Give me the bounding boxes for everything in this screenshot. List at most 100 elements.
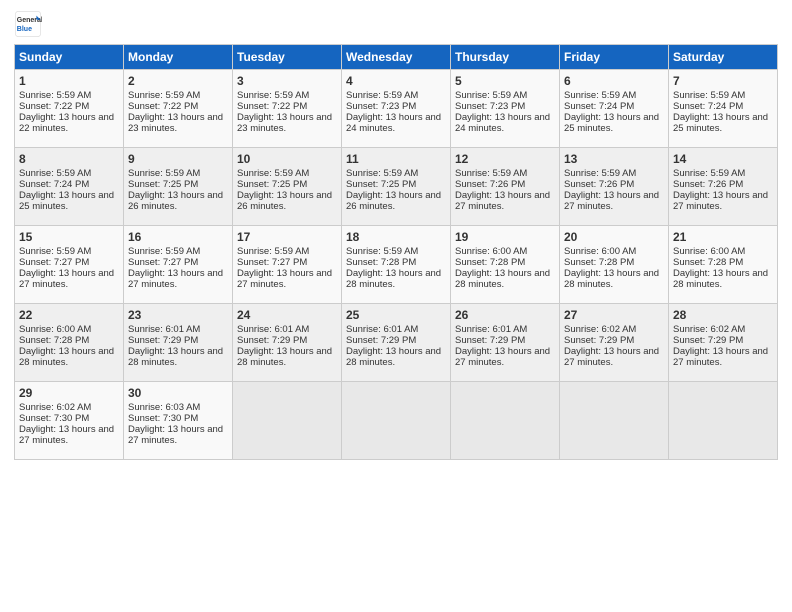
daylight-label: Daylight: 13 hours and 28 minutes. — [673, 268, 768, 290]
calendar-cell: 25 Sunrise: 6:01 AM Sunset: 7:29 PM Dayl… — [342, 304, 451, 382]
calendar-cell: 4 Sunrise: 5:59 AM Sunset: 7:23 PM Dayli… — [342, 70, 451, 148]
sunset-label: Sunset: 7:28 PM — [455, 257, 525, 268]
sunrise-label: Sunrise: 5:59 AM — [19, 168, 91, 179]
day-number: 21 — [673, 230, 773, 244]
sunset-label: Sunset: 7:25 PM — [237, 179, 307, 190]
sunset-label: Sunset: 7:29 PM — [346, 335, 416, 346]
day-number: 25 — [346, 308, 446, 322]
sunrise-label: Sunrise: 5:59 AM — [128, 246, 200, 257]
day-number: 10 — [237, 152, 337, 166]
col-wednesday: Wednesday — [342, 45, 451, 70]
sunrise-label: Sunrise: 6:02 AM — [673, 324, 745, 335]
day-number: 17 — [237, 230, 337, 244]
day-number: 15 — [19, 230, 119, 244]
day-number: 2 — [128, 74, 228, 88]
calendar-cell: 19 Sunrise: 6:00 AM Sunset: 7:28 PM Dayl… — [451, 226, 560, 304]
calendar-cell: 12 Sunrise: 5:59 AM Sunset: 7:26 PM Dayl… — [451, 148, 560, 226]
sunrise-label: Sunrise: 5:59 AM — [346, 90, 418, 101]
calendar-header-row: Sunday Monday Tuesday Wednesday Thursday… — [15, 45, 778, 70]
day-number: 20 — [564, 230, 664, 244]
sunrise-label: Sunrise: 5:59 AM — [19, 246, 91, 257]
daylight-label: Daylight: 13 hours and 27 minutes. — [455, 346, 550, 368]
logo-icon: General Blue — [14, 10, 42, 38]
sunset-label: Sunset: 7:26 PM — [673, 179, 743, 190]
daylight-label: Daylight: 13 hours and 26 minutes. — [128, 190, 223, 212]
sunrise-label: Sunrise: 6:01 AM — [455, 324, 527, 335]
day-number: 8 — [19, 152, 119, 166]
daylight-label: Daylight: 13 hours and 27 minutes. — [128, 268, 223, 290]
sunset-label: Sunset: 7:22 PM — [19, 101, 89, 112]
sunset-label: Sunset: 7:25 PM — [128, 179, 198, 190]
sunrise-label: Sunrise: 5:59 AM — [673, 90, 745, 101]
col-tuesday: Tuesday — [233, 45, 342, 70]
day-number: 12 — [455, 152, 555, 166]
daylight-label: Daylight: 13 hours and 27 minutes. — [564, 346, 659, 368]
main-container: General Blue Sunday Monday Tuesday Wedne… — [0, 0, 792, 470]
day-number: 16 — [128, 230, 228, 244]
sunset-label: Sunset: 7:28 PM — [673, 257, 743, 268]
daylight-label: Daylight: 13 hours and 27 minutes. — [673, 190, 768, 212]
daylight-label: Daylight: 13 hours and 23 minutes. — [128, 112, 223, 134]
calendar-cell: 7 Sunrise: 5:59 AM Sunset: 7:24 PM Dayli… — [669, 70, 778, 148]
sunrise-label: Sunrise: 6:02 AM — [564, 324, 636, 335]
calendar-cell: 26 Sunrise: 6:01 AM Sunset: 7:29 PM Dayl… — [451, 304, 560, 382]
sunrise-label: Sunrise: 5:59 AM — [564, 90, 636, 101]
sunrise-label: Sunrise: 6:03 AM — [128, 402, 200, 413]
calendar-cell: 5 Sunrise: 5:59 AM Sunset: 7:23 PM Dayli… — [451, 70, 560, 148]
daylight-label: Daylight: 13 hours and 27 minutes. — [455, 190, 550, 212]
day-number: 28 — [673, 308, 773, 322]
sunset-label: Sunset: 7:27 PM — [19, 257, 89, 268]
sunrise-label: Sunrise: 6:01 AM — [346, 324, 418, 335]
daylight-label: Daylight: 13 hours and 27 minutes. — [19, 268, 114, 290]
calendar-cell: 3 Sunrise: 5:59 AM Sunset: 7:22 PM Dayli… — [233, 70, 342, 148]
sunset-label: Sunset: 7:26 PM — [455, 179, 525, 190]
sunset-label: Sunset: 7:24 PM — [19, 179, 89, 190]
sunset-label: Sunset: 7:27 PM — [237, 257, 307, 268]
daylight-label: Daylight: 13 hours and 27 minutes. — [564, 190, 659, 212]
col-thursday: Thursday — [451, 45, 560, 70]
calendar-cell: 16 Sunrise: 5:59 AM Sunset: 7:27 PM Dayl… — [124, 226, 233, 304]
day-number: 14 — [673, 152, 773, 166]
daylight-label: Daylight: 13 hours and 28 minutes. — [455, 268, 550, 290]
sunrise-label: Sunrise: 6:01 AM — [237, 324, 309, 335]
sunrise-label: Sunrise: 6:02 AM — [19, 402, 91, 413]
day-number: 1 — [19, 74, 119, 88]
calendar-cell: 29 Sunrise: 6:02 AM Sunset: 7:30 PM Dayl… — [15, 382, 124, 460]
sunset-label: Sunset: 7:28 PM — [346, 257, 416, 268]
daylight-label: Daylight: 13 hours and 28 minutes. — [19, 346, 114, 368]
sunrise-label: Sunrise: 6:00 AM — [455, 246, 527, 257]
calendar-week-row: 22 Sunrise: 6:00 AM Sunset: 7:28 PM Dayl… — [15, 304, 778, 382]
day-number: 6 — [564, 74, 664, 88]
sunset-label: Sunset: 7:29 PM — [455, 335, 525, 346]
sunset-label: Sunset: 7:29 PM — [128, 335, 198, 346]
daylight-label: Daylight: 13 hours and 27 minutes. — [128, 424, 223, 446]
sunrise-label: Sunrise: 5:59 AM — [237, 168, 309, 179]
daylight-label: Daylight: 13 hours and 28 minutes. — [564, 268, 659, 290]
calendar-cell: 15 Sunrise: 5:59 AM Sunset: 7:27 PM Dayl… — [15, 226, 124, 304]
daylight-label: Daylight: 13 hours and 27 minutes. — [673, 346, 768, 368]
daylight-label: Daylight: 13 hours and 27 minutes. — [237, 268, 332, 290]
sunset-label: Sunset: 7:26 PM — [564, 179, 634, 190]
col-saturday: Saturday — [669, 45, 778, 70]
sunset-label: Sunset: 7:30 PM — [19, 413, 89, 424]
day-number: 13 — [564, 152, 664, 166]
calendar-cell: 18 Sunrise: 5:59 AM Sunset: 7:28 PM Dayl… — [342, 226, 451, 304]
logo: General Blue — [14, 10, 46, 38]
calendar-cell: 24 Sunrise: 6:01 AM Sunset: 7:29 PM Dayl… — [233, 304, 342, 382]
calendar-cell — [451, 382, 560, 460]
sunset-label: Sunset: 7:30 PM — [128, 413, 198, 424]
day-number: 23 — [128, 308, 228, 322]
sunset-label: Sunset: 7:23 PM — [346, 101, 416, 112]
day-number: 11 — [346, 152, 446, 166]
sunrise-label: Sunrise: 5:59 AM — [19, 90, 91, 101]
col-friday: Friday — [560, 45, 669, 70]
sunrise-label: Sunrise: 5:59 AM — [346, 246, 418, 257]
calendar-cell: 9 Sunrise: 5:59 AM Sunset: 7:25 PM Dayli… — [124, 148, 233, 226]
calendar-cell — [560, 382, 669, 460]
col-monday: Monday — [124, 45, 233, 70]
day-number: 3 — [237, 74, 337, 88]
day-number: 24 — [237, 308, 337, 322]
calendar-cell: 27 Sunrise: 6:02 AM Sunset: 7:29 PM Dayl… — [560, 304, 669, 382]
day-number: 29 — [19, 386, 119, 400]
sunset-label: Sunset: 7:24 PM — [673, 101, 743, 112]
